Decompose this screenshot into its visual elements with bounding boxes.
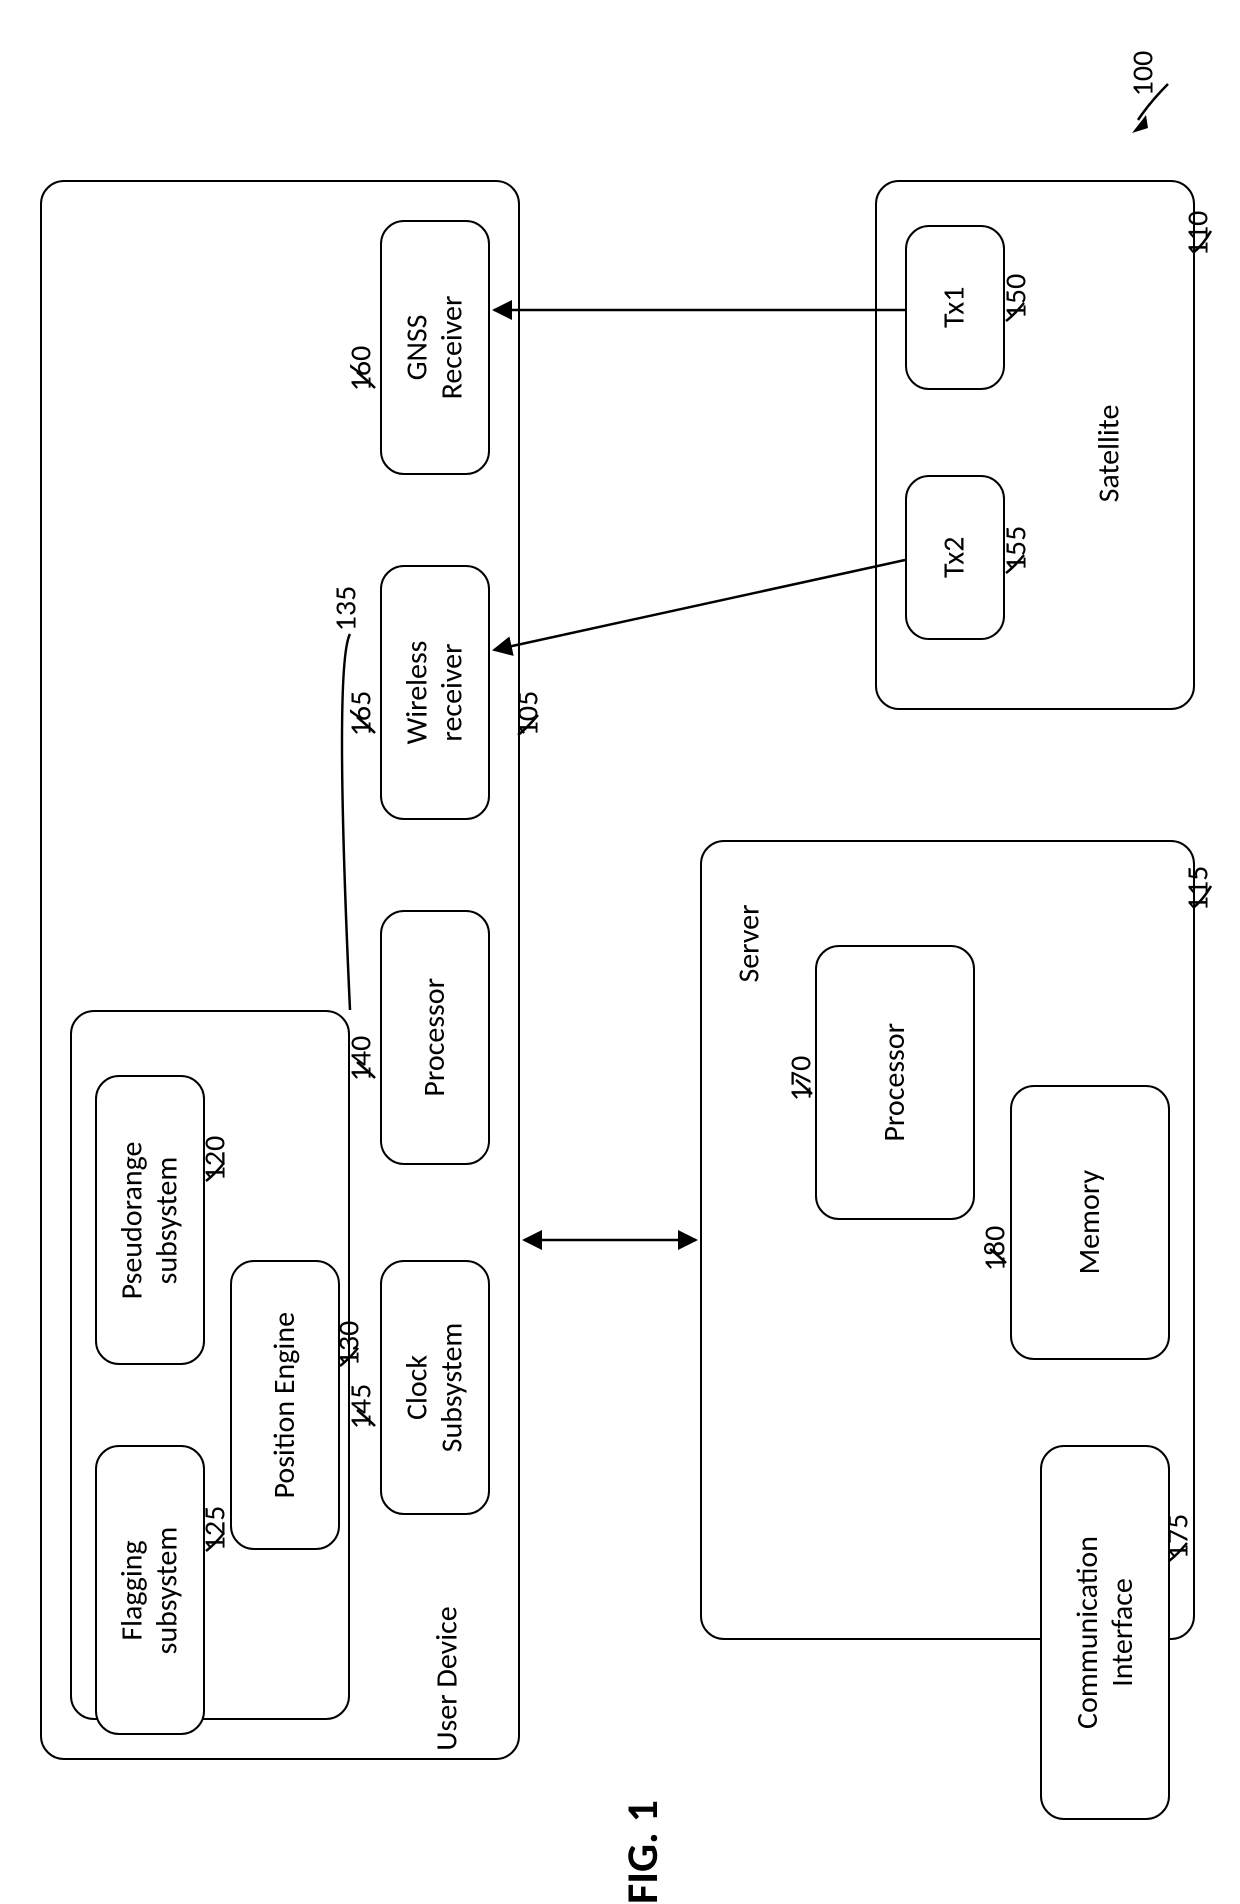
- pseudorange-label: Pseudorange subsystem: [116, 1141, 185, 1299]
- comm-if-label: Communication Interface: [1071, 1536, 1140, 1729]
- ref-165: 165: [342, 691, 379, 737]
- ref-150: 150: [997, 274, 1034, 320]
- ref-160: 160: [342, 346, 379, 392]
- comm-if-box: Communication Interface: [1040, 1445, 1170, 1820]
- ref-135: 135: [327, 586, 364, 632]
- clock-subsystem-label: Clock Subsystem: [401, 1323, 470, 1453]
- user-device-label: User Device: [429, 1606, 466, 1750]
- ref-125: 125: [196, 1506, 233, 1552]
- ref-120: 120: [196, 1136, 233, 1182]
- ref-140: 140: [342, 1036, 379, 1082]
- ref-170: 170: [782, 1056, 819, 1102]
- satellite-label: Satellite: [1090, 405, 1127, 503]
- tx2-box: Tx2: [905, 475, 1005, 640]
- processor-ud-box: Processor: [380, 910, 490, 1165]
- flagging-box: Flagging subsystem: [95, 1445, 205, 1735]
- tx1-label: Tx1: [938, 287, 973, 329]
- clock-subsystem-box: Clock Subsystem: [380, 1260, 490, 1515]
- ref-145: 145: [342, 1384, 379, 1430]
- pseudorange-box: Pseudorange subsystem: [95, 1075, 205, 1365]
- gnss-receiver-label: GNSS Receiver: [400, 296, 469, 400]
- tx1-box: Tx1: [905, 225, 1005, 390]
- memory-label: Memory: [1073, 1170, 1108, 1275]
- ref-155: 155: [997, 526, 1034, 572]
- ref-100: 100: [1124, 51, 1161, 97]
- flagging-label: Flagging subsystem: [116, 1526, 185, 1654]
- ref-175: 175: [1159, 1514, 1196, 1560]
- gnss-receiver-box: GNSS Receiver: [380, 220, 490, 475]
- ref-110: 110: [1179, 211, 1216, 257]
- wireless-receiver-label: Wireless receiver: [401, 641, 470, 745]
- position-engine-label: Position Engine: [268, 1312, 303, 1499]
- position-engine-box: Position Engine: [230, 1260, 340, 1550]
- diagram-page: User Device GNSS Receiver Wireless recei…: [0, 0, 1240, 1904]
- processor-ud-label: Processor: [418, 978, 453, 1097]
- figure-label: FIG. 1: [615, 1800, 669, 1904]
- ref-180: 180: [976, 1226, 1013, 1272]
- processor-srv-label: Processor: [878, 1023, 913, 1142]
- memory-box: Memory: [1010, 1085, 1170, 1360]
- processor-srv-box: Processor: [815, 945, 975, 1220]
- ref-130: 130: [330, 1321, 367, 1367]
- server-label: Server: [731, 904, 768, 982]
- wireless-receiver-box: Wireless receiver: [380, 565, 490, 820]
- ref-115: 115: [1179, 866, 1216, 912]
- tx2-label: Tx2: [938, 537, 973, 579]
- ref-105: 105: [509, 691, 546, 737]
